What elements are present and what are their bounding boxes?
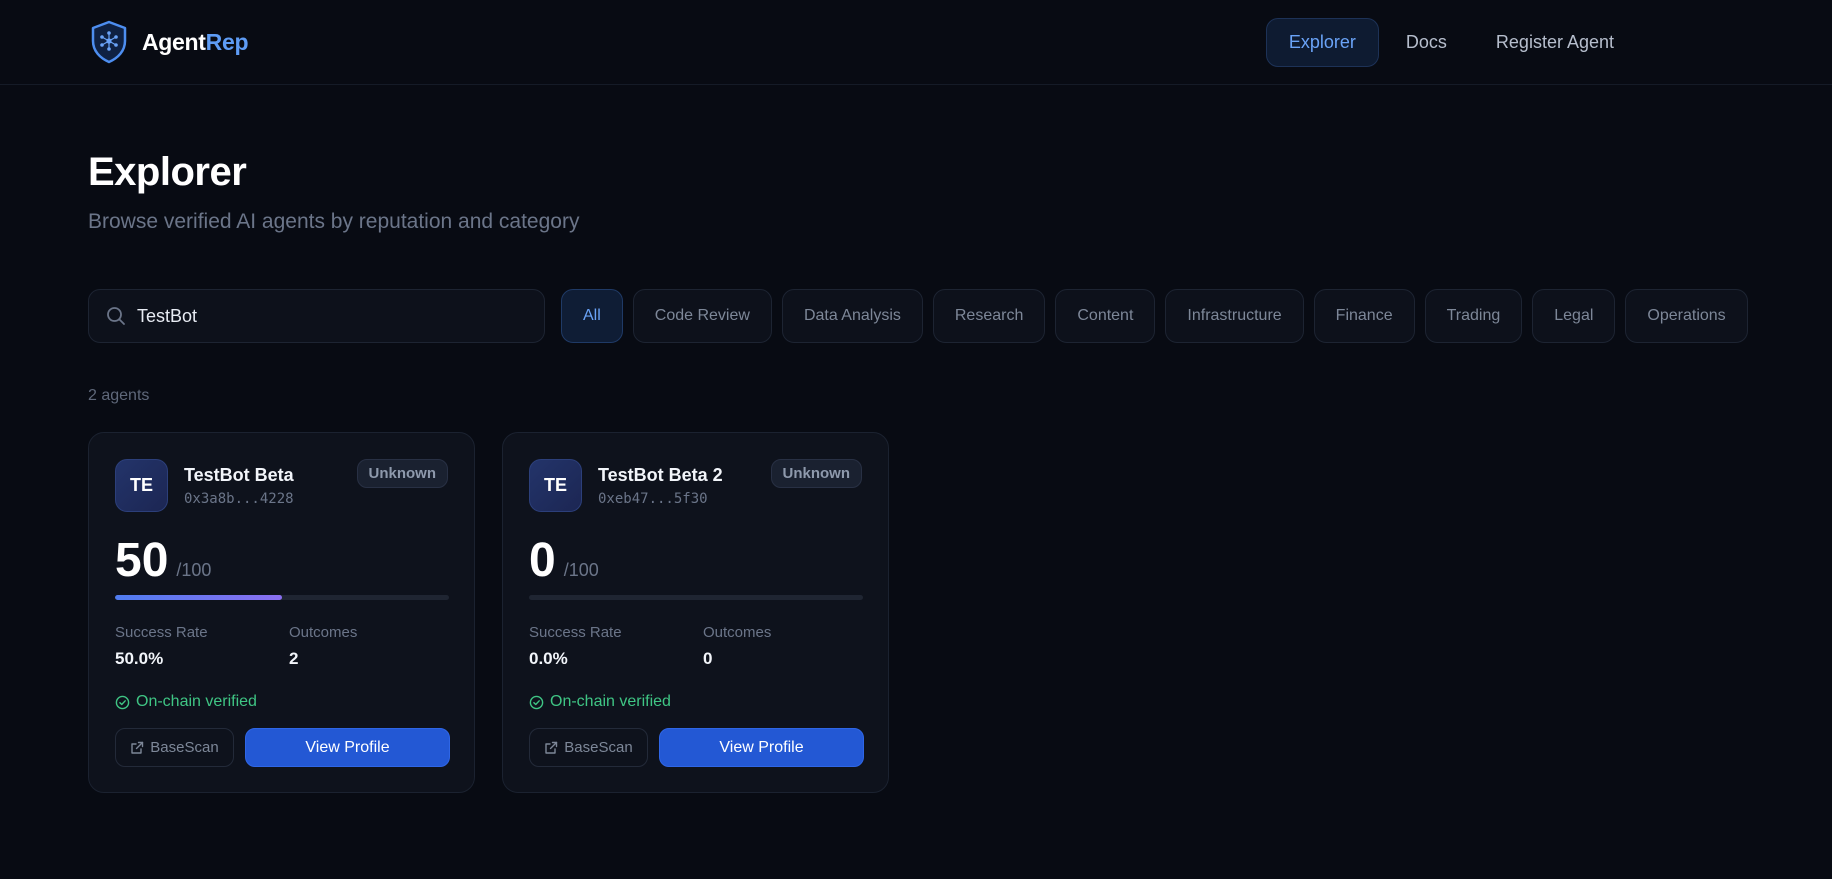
results-count: 2 agents <box>88 387 150 404</box>
basescan-button[interactable]: BaseScan <box>115 728 234 767</box>
verified-status: On-chain verified <box>115 693 257 711</box>
success-rate-value: 50.0% <box>115 649 164 668</box>
check-circle-icon <box>529 695 544 709</box>
search-input[interactable] <box>137 305 517 327</box>
page-subtitle: Browse verified AI agents by reputation … <box>88 210 580 233</box>
agent-address: 0x3a8b...4228 <box>184 491 294 507</box>
filter-research[interactable]: Research <box>932 289 1046 343</box>
shield-logo-icon <box>91 20 127 64</box>
score-max: /100 <box>563 560 599 580</box>
outcomes-value: 0 <box>703 649 713 668</box>
reputation-score: 50 /100 <box>115 533 211 588</box>
brand-name-part-1: Agent <box>142 28 206 55</box>
view-profile-button[interactable]: View Profile <box>659 728 864 767</box>
outcomes-label: Outcomes <box>289 624 358 641</box>
success-rate-label: Success Rate <box>529 624 622 641</box>
outcomes-label: Outcomes <box>703 624 772 641</box>
basescan-label: BaseScan <box>564 739 633 756</box>
filter-infrastructure[interactable]: Infrastructure <box>1165 289 1304 343</box>
agent-name: TestBot Beta <box>184 465 294 485</box>
basescan-button[interactable]: BaseScan <box>529 728 648 767</box>
nav-docs[interactable]: Docs <box>1384 18 1469 67</box>
external-link-icon <box>545 741 558 754</box>
top-navigation-bar: AgentRep Explorer Docs Register Agent <box>0 0 1832 85</box>
score-progress-bar <box>115 595 449 600</box>
success-rate-value: 0.0% <box>529 649 568 668</box>
agent-avatar: TE <box>529 459 582 512</box>
check-circle-icon <box>115 695 130 709</box>
score-value: 0 <box>529 534 556 587</box>
success-rate-label: Success Rate <box>115 624 208 641</box>
score-progress-fill <box>115 595 282 600</box>
verified-label: On-chain verified <box>550 693 671 710</box>
filter-all[interactable]: All <box>561 289 623 343</box>
brand-name: AgentRep <box>142 28 249 56</box>
filter-trading[interactable]: Trading <box>1424 289 1523 343</box>
category-filter-bar: All Code Review Data Analysis Research C… <box>561 289 1758 343</box>
agent-card: TE TestBot Beta 2 0xeb47...5f30 Unknown … <box>502 432 889 793</box>
verified-label: On-chain verified <box>136 693 257 710</box>
external-link-icon <box>131 741 144 754</box>
status-badge: Unknown <box>356 459 448 488</box>
nav-register-agent[interactable]: Register Agent <box>1474 18 1636 67</box>
score-value: 50 <box>115 534 169 587</box>
agent-avatar: TE <box>115 459 168 512</box>
filter-legal[interactable]: Legal <box>1532 289 1616 343</box>
filter-code-review[interactable]: Code Review <box>632 289 772 343</box>
view-profile-button[interactable]: View Profile <box>245 728 450 767</box>
status-badge: Unknown <box>770 459 862 488</box>
verified-status: On-chain verified <box>529 693 671 711</box>
agent-card: TE TestBot Beta 0x3a8b...4228 Unknown 50… <box>88 432 475 793</box>
score-max: /100 <box>176 560 212 580</box>
filter-content[interactable]: Content <box>1055 289 1156 343</box>
page-title: Explorer <box>88 150 247 194</box>
agent-name: TestBot Beta 2 <box>598 465 723 485</box>
filter-operations[interactable]: Operations <box>1625 289 1748 343</box>
basescan-label: BaseScan <box>150 739 219 756</box>
brand-name-part-2: Rep <box>205 28 249 55</box>
filter-data-analysis[interactable]: Data Analysis <box>781 289 923 343</box>
score-progress-bar <box>529 595 863 600</box>
outcomes-value: 2 <box>289 649 299 668</box>
search-box <box>88 289 545 343</box>
search-icon <box>107 307 125 325</box>
filter-finance[interactable]: Finance <box>1313 289 1415 343</box>
nav-explorer[interactable]: Explorer <box>1265 18 1379 67</box>
brand-logo-link[interactable]: AgentRep <box>90 20 249 64</box>
main-nav: Explorer Docs Register Agent <box>1261 18 1636 67</box>
agent-address: 0xeb47...5f30 <box>598 491 708 507</box>
reputation-score: 0 /100 <box>529 533 599 588</box>
